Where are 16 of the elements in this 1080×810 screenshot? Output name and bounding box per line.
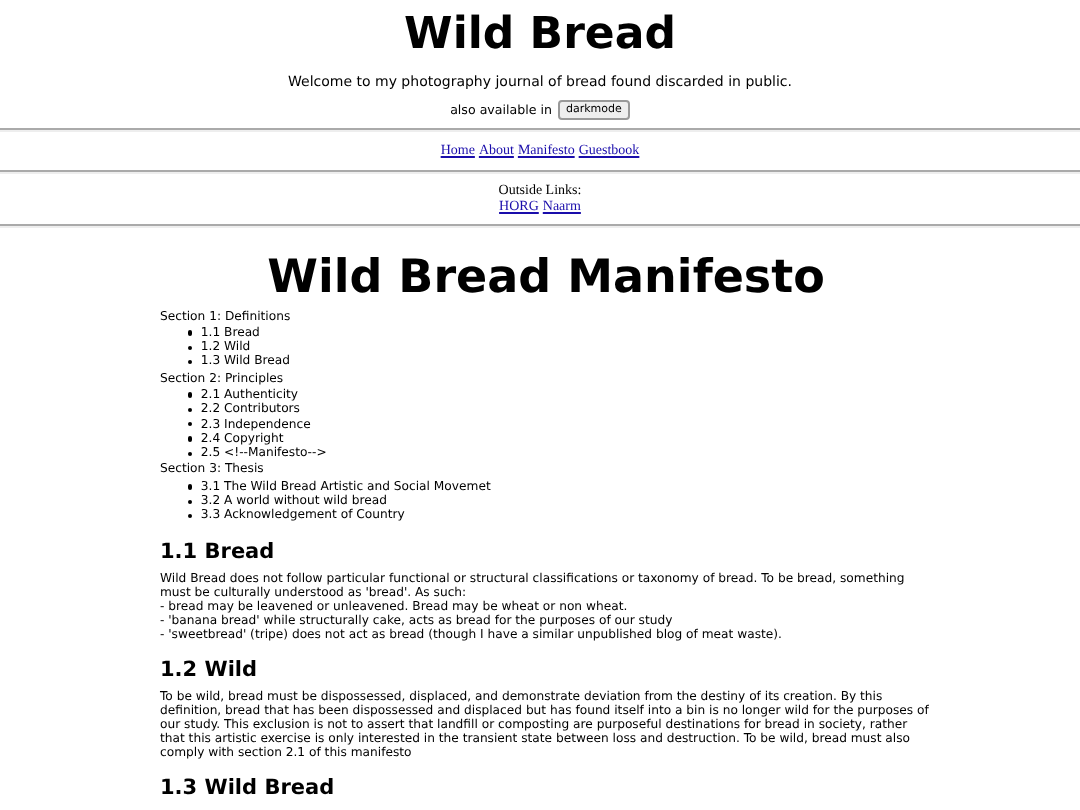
bullet-icon	[188, 436, 193, 442]
site-title: Wild Bread	[402, 8, 678, 62]
bullet-icon	[188, 392, 193, 398]
bullet-icon	[188, 484, 193, 490]
bullet-icon	[188, 359, 193, 365]
bullet-icon	[188, 345, 193, 350]
bullet-icon	[188, 422, 193, 427]
section-heading: 1.3 Wild Bread	[160, 775, 337, 800]
section-heading: 1.2 Wild	[160, 657, 260, 682]
bullet-icon	[188, 499, 193, 504]
bullet-icon	[188, 451, 193, 457]
bullet-icon	[188, 513, 193, 519]
section-heading: 1.1 Bread	[160, 539, 277, 564]
manifesto-title: Wild Bread Manifesto	[265, 249, 827, 303]
bullet-icon	[188, 330, 193, 336]
bullet-icon	[188, 407, 193, 413]
